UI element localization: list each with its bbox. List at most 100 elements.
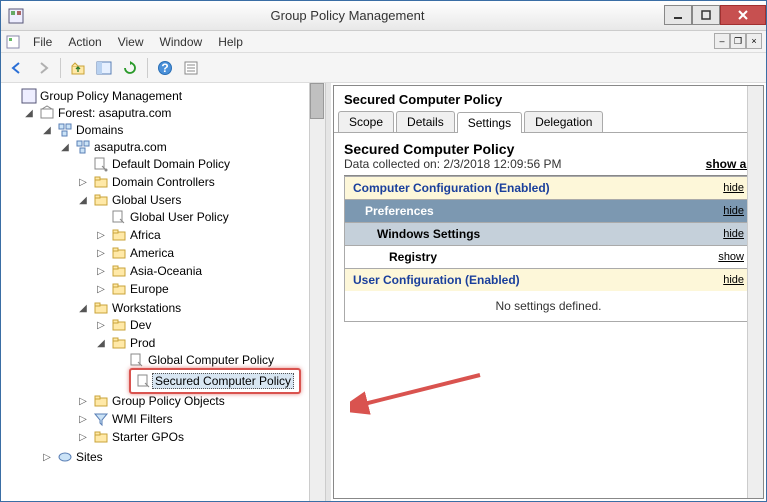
up-folder-button[interactable] — [66, 56, 90, 80]
tree-domain[interactable]: ◢ asaputra.com — [59, 139, 323, 155]
expander-icon[interactable]: ▷ — [77, 431, 89, 443]
gpo-link-icon — [93, 156, 109, 172]
tree-global-comp-policy[interactable]: Global Computer Policy — [113, 352, 323, 368]
tree-scrollbar[interactable] — [309, 83, 325, 501]
tree-root[interactable]: Group Policy Management — [5, 88, 323, 104]
menu-action[interactable]: Action — [60, 32, 109, 52]
expander-icon[interactable]: ▷ — [95, 319, 107, 331]
tree-global-users[interactable]: ◢ Global Users — [77, 192, 323, 208]
expander-icon[interactable]: ▷ — [95, 247, 107, 259]
tab-delegation[interactable]: Delegation — [524, 111, 603, 132]
expander-icon[interactable]: ▷ — [95, 229, 107, 241]
gpo-link-icon — [111, 209, 127, 225]
expander-icon[interactable]: ▷ — [95, 265, 107, 277]
menu-view[interactable]: View — [110, 32, 152, 52]
expander-icon[interactable]: ◢ — [23, 107, 35, 119]
tree-prod[interactable]: ◢Prod — [95, 335, 323, 351]
hide-link[interactable]: hide — [723, 274, 744, 286]
tree-workstations[interactable]: ◢ Workstations — [77, 300, 323, 316]
show-hide-tree-button[interactable] — [92, 56, 116, 80]
tree-dev[interactable]: ▷Dev — [95, 317, 323, 333]
tree-america[interactable]: ▷ America — [95, 245, 323, 261]
properties-button[interactable] — [179, 56, 203, 80]
close-button[interactable] — [720, 5, 766, 25]
svg-text:?: ? — [161, 61, 168, 75]
tree-starter[interactable]: ▷Starter GPOs — [77, 429, 323, 445]
child-close-button[interactable]: × — [746, 33, 762, 49]
show-link[interactable]: show — [718, 251, 744, 263]
domains-icon — [57, 122, 73, 138]
tree-sites[interactable]: ▷ Sites — [41, 449, 323, 465]
menu-window[interactable]: Window — [152, 32, 211, 52]
expander-icon[interactable]: ◢ — [95, 337, 107, 349]
folder-icon — [93, 393, 109, 409]
menubar: File Action View Window Help – ❐ × — [1, 31, 766, 53]
minimize-button[interactable] — [664, 5, 692, 25]
hide-link[interactable]: hide — [723, 205, 744, 217]
refresh-button[interactable] — [118, 56, 142, 80]
gpo-link-icon — [129, 352, 145, 368]
tree-ws-label: Workstations — [112, 301, 181, 315]
help-button[interactable]: ? — [153, 56, 177, 80]
expander-icon[interactable]: ▷ — [77, 395, 89, 407]
expander-icon[interactable]: ▷ — [41, 451, 53, 463]
tree-forest[interactable]: ◢ Forest: asaputra.com — [23, 105, 323, 121]
expander-icon[interactable]: ▷ — [95, 283, 107, 295]
detail-body: Secured Computer Policy Data collected o… — [334, 133, 763, 498]
forward-button[interactable] — [31, 56, 55, 80]
back-button[interactable] — [5, 56, 29, 80]
hide-link[interactable]: hide — [723, 182, 744, 194]
wins-label: Windows Settings — [377, 227, 480, 241]
tab-details[interactable]: Details — [396, 111, 455, 132]
collected-date: 2/3/2018 12:09:56 PM — [443, 157, 561, 171]
show-all-link[interactable]: show all — [706, 157, 753, 171]
domain-icon — [75, 139, 91, 155]
tree-wmi[interactable]: ▷WMI Filters — [77, 411, 323, 427]
expander-icon[interactable]: ▷ — [77, 176, 89, 188]
ou-icon — [93, 192, 109, 208]
tree-gu-label: Global Users — [112, 193, 181, 207]
section-user-config[interactable]: User Configuration (Enabled)hide — [345, 268, 752, 291]
menu-help[interactable]: Help — [210, 32, 251, 52]
window-titlebar: Group Policy Management — [1, 1, 766, 31]
tree-domains-label: Domains — [76, 123, 123, 137]
tab-settings[interactable]: Settings — [457, 112, 522, 133]
section-preferences[interactable]: Preferenceshide — [345, 199, 752, 222]
hide-link[interactable]: hide — [723, 228, 744, 240]
maximize-button[interactable] — [692, 5, 720, 25]
child-minimize-button[interactable]: – — [714, 33, 730, 49]
splitter[interactable] — [326, 83, 331, 501]
tab-scope[interactable]: Scope — [338, 111, 394, 132]
tree-default-policy[interactable]: Default Domain Policy — [77, 156, 323, 172]
collected-label: Data collected on: — [344, 157, 443, 171]
child-restore-button[interactable]: ❐ — [730, 33, 746, 49]
section-computer-config[interactable]: Computer Configuration (Enabled)hide — [345, 176, 752, 199]
reg-label: Registry — [389, 250, 437, 264]
expander-icon[interactable]: ◢ — [77, 194, 89, 206]
tree-america-label: America — [130, 246, 174, 260]
ou-icon — [93, 174, 109, 190]
tree-asia[interactable]: ▷Asia-Oceania — [95, 263, 323, 279]
tree-europe[interactable]: ▷Europe — [95, 281, 323, 297]
tree-domain-controllers[interactable]: ▷ Domain Controllers — [77, 174, 323, 190]
tree-secured-comp-policy[interactable]: Secured Computer Policy — [129, 368, 301, 394]
tree-domains[interactable]: ◢ Domains — [41, 122, 323, 138]
detail-pane: Secured Computer Policy Scope Details Se… — [333, 85, 764, 499]
expander-icon[interactable]: ◢ — [59, 141, 71, 153]
detail-scrollbar[interactable] — [747, 86, 763, 498]
menu-file[interactable]: File — [25, 32, 60, 52]
tree-global-user-policy[interactable]: Global User Policy — [95, 209, 323, 225]
tree-gcp-label: Global Computer Policy — [148, 353, 274, 367]
expander-icon[interactable]: ◢ — [77, 302, 89, 314]
tree-sites-label: Sites — [76, 450, 103, 464]
ou-icon — [93, 300, 109, 316]
tree-gpo-container[interactable]: ▷Group Policy Objects — [77, 393, 323, 409]
tree-africa[interactable]: ▷Africa — [95, 227, 323, 243]
expander-icon[interactable]: ◢ — [41, 124, 53, 136]
tree-gup-label: Global User Policy — [130, 210, 229, 224]
section-windows-settings[interactable]: Windows Settings hide — [345, 222, 752, 245]
expander-icon[interactable]: ▷ — [77, 413, 89, 425]
tree-dc-label: Domain Controllers — [112, 175, 215, 189]
section-registry[interactable]: Registry show — [345, 245, 752, 268]
ou-icon — [111, 245, 127, 261]
